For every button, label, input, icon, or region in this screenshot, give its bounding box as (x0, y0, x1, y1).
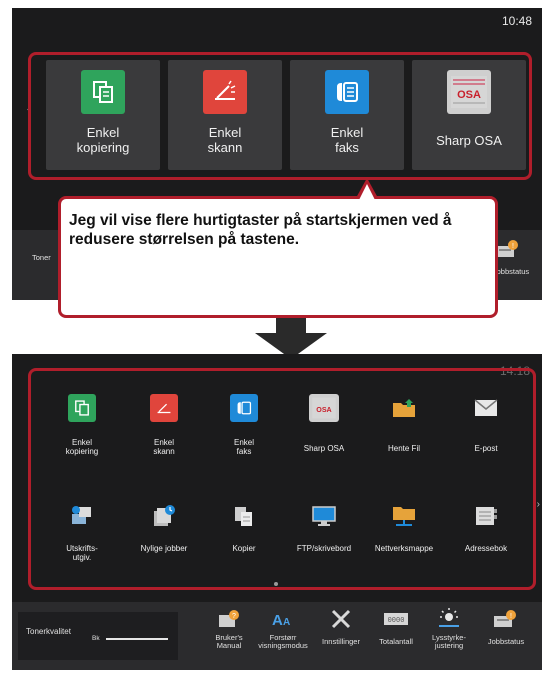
zoom-text-icon[interactable]: AA (270, 608, 296, 630)
brightness-label: Lysstyrke- justering (432, 633, 466, 651)
settings-label: Innstillinger (322, 637, 360, 646)
svg-text:A: A (272, 612, 283, 628)
job-status-icon[interactable]: ! (492, 608, 518, 630)
callout-pointer-inner (359, 184, 375, 200)
settings-icon[interactable] (328, 608, 354, 630)
highlight-frame (28, 368, 536, 590)
callout-box: Jeg vil vise flere hurtigtaster på start… (58, 196, 498, 318)
clock: 10:48 (501, 14, 532, 28)
arrow-down-shaft (276, 318, 306, 334)
manual-label: Bruker's Manual (215, 633, 243, 651)
callout-text: Jeg vil vise flere hurtigtaster på start… (69, 212, 452, 248)
brightness-icon[interactable] (436, 606, 462, 630)
job-status-label: Jobbstatus (487, 637, 525, 646)
toner-level-bar (106, 638, 168, 640)
svg-text:!: ! (510, 613, 512, 620)
toner-label: Toner (32, 253, 51, 262)
svg-text:!: ! (512, 243, 514, 250)
counter-icon[interactable]: 0000 (382, 610, 410, 628)
bottom-bar: Tonerkvalitet Bk ? Bruker's Manual AA Fo… (12, 602, 542, 670)
toner-label: Tonerkvalitet (26, 627, 71, 636)
zoom-text-label: Forstørr visningsmodus (258, 633, 308, 651)
svg-text:?: ? (232, 613, 236, 620)
svg-text:A: A (283, 617, 290, 628)
highlight-frame (28, 52, 532, 180)
counter-label: Totalantall (379, 637, 413, 646)
scroll-right-icon[interactable]: › (537, 499, 540, 510)
svg-text:0000: 0000 (388, 617, 405, 625)
manual-icon[interactable]: ? (216, 608, 242, 630)
toner-panel: Tonerkvalitet Bk (18, 612, 178, 660)
toner-channel-label: Bk (92, 635, 100, 642)
